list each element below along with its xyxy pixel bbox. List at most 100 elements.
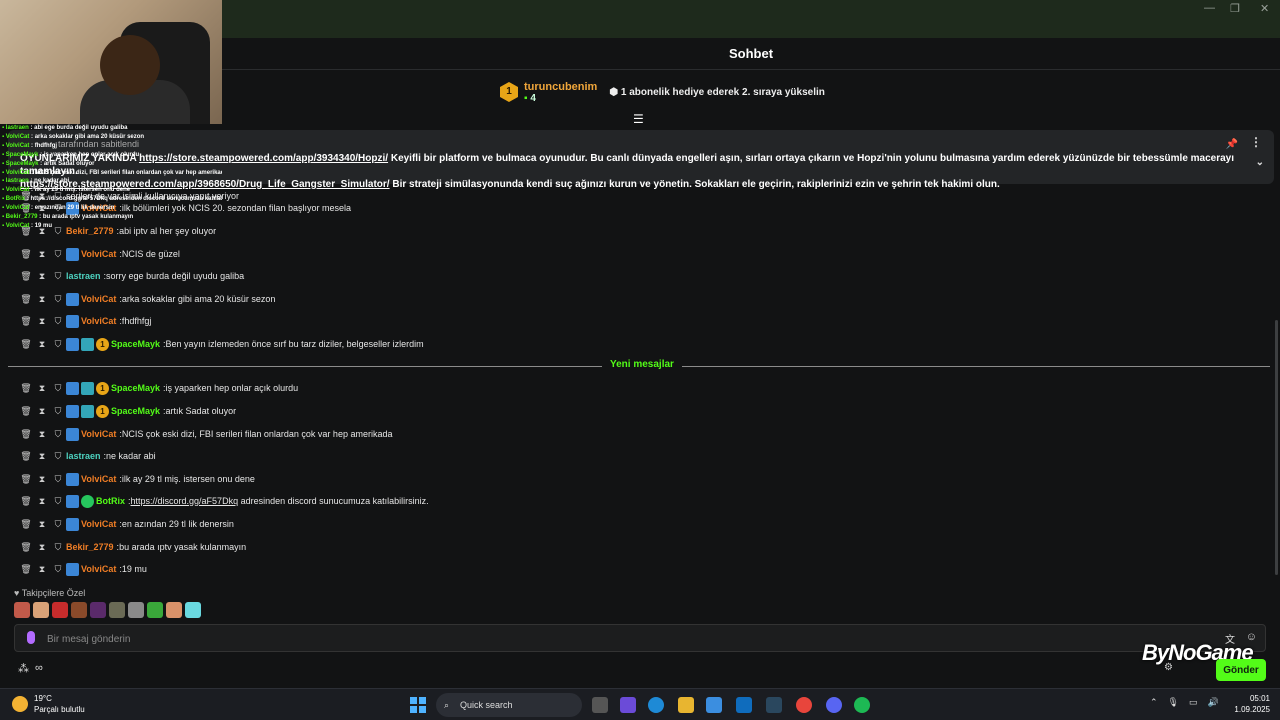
trash-icon[interactable]: 🗑 xyxy=(18,429,34,440)
ban-icon[interactable]: ⛉ xyxy=(50,542,66,553)
emote[interactable] xyxy=(33,602,49,618)
close-icon[interactable]: ✕ xyxy=(1260,2,1269,15)
emote[interactable] xyxy=(52,602,68,618)
volume-icon[interactable]: 🔊 xyxy=(1208,697,1219,708)
timeout-icon[interactable]: ⧗ xyxy=(34,249,50,260)
username[interactable]: SpaceMayk xyxy=(111,383,160,393)
username[interactable]: SpaceMayk xyxy=(111,406,160,416)
trash-icon[interactable]: 🗑 xyxy=(18,496,34,507)
restore-icon[interactable]: ❐ xyxy=(1230,2,1240,15)
mic-tray-icon[interactable]: 🎙 xyxy=(1168,697,1179,708)
username[interactable]: VolviCat xyxy=(81,294,116,304)
ban-icon[interactable]: ⛉ xyxy=(50,564,66,575)
discord-icon[interactable] xyxy=(826,697,842,713)
file-explorer-icon[interactable] xyxy=(678,697,694,713)
spotify-icon[interactable] xyxy=(854,697,870,713)
trash-icon[interactable]: 🗑 xyxy=(18,474,34,485)
username[interactable]: lastraen xyxy=(66,451,101,461)
points-icon[interactable]: ⁂ xyxy=(18,662,29,675)
timeout-icon[interactable]: ⧗ xyxy=(34,271,50,282)
timeout-icon[interactable]: ⧗ xyxy=(34,406,50,417)
trash-icon[interactable]: 🗑 xyxy=(18,406,34,417)
timeout-icon[interactable]: ⧗ xyxy=(34,542,50,553)
message-input[interactable] xyxy=(47,631,1147,647)
emote[interactable] xyxy=(14,602,30,618)
username[interactable]: BotRix xyxy=(96,496,125,506)
trash-icon[interactable]: 🗑 xyxy=(18,383,34,394)
username[interactable]: VolviCat xyxy=(81,564,116,574)
chrome-icon[interactable] xyxy=(796,697,812,713)
ban-icon[interactable]: ⛉ xyxy=(50,406,66,417)
ban-icon[interactable]: ⛉ xyxy=(50,249,66,260)
ban-icon[interactable]: ⛉ xyxy=(50,383,66,394)
trash-icon[interactable]: 🗑 xyxy=(18,542,34,553)
chevron-down-icon[interactable]: ⌄ xyxy=(1256,156,1264,169)
list-toggle-icon[interactable]: ☰ xyxy=(633,112,647,126)
start-button[interactable] xyxy=(410,697,426,713)
trash-icon[interactable]: 🗑 xyxy=(18,451,34,462)
ban-icon[interactable]: ⛉ xyxy=(50,339,66,350)
copilot-icon[interactable] xyxy=(620,697,636,713)
send-button[interactable]: Gönder xyxy=(1216,659,1266,681)
ban-icon[interactable]: ⛉ xyxy=(50,496,66,507)
trash-icon[interactable]: 🗑 xyxy=(18,294,34,305)
username[interactable]: lastraen xyxy=(66,271,101,281)
timeout-icon[interactable]: ⧗ xyxy=(34,451,50,462)
ban-icon[interactable]: ⛉ xyxy=(50,271,66,282)
clock[interactable]: 05:01 1.09.2025 xyxy=(1224,693,1270,715)
ban-icon[interactable]: ⛉ xyxy=(50,519,66,530)
timeout-icon[interactable]: ⧗ xyxy=(34,564,50,575)
taskbar-search[interactable]: ⌕ Quick search xyxy=(436,693,582,717)
steam-icon[interactable] xyxy=(766,697,782,713)
username[interactable]: VolviCat xyxy=(81,474,116,484)
infinity-icon[interactable]: ∞ xyxy=(35,662,43,675)
ban-icon[interactable]: ⛉ xyxy=(50,451,66,462)
username[interactable]: SpaceMayk xyxy=(111,339,160,349)
ban-icon[interactable]: ⛉ xyxy=(50,474,66,485)
emote[interactable] xyxy=(147,602,163,618)
username[interactable]: VolviCat xyxy=(81,249,116,259)
more-options-icon[interactable]: ⋮ xyxy=(1250,136,1262,149)
timeout-icon[interactable]: ⧗ xyxy=(34,519,50,530)
gift-leaderboard[interactable]: 1 turuncubenim ▪ 4 ⬢ 1 abonelik hediye e… xyxy=(500,80,825,104)
task-view-icon[interactable] xyxy=(592,697,608,713)
weather-widget[interactable]: 19°C Parçalı bulutlu xyxy=(12,693,85,715)
timeout-icon[interactable]: ⧗ xyxy=(34,294,50,305)
store-icon[interactable] xyxy=(706,697,722,713)
emote[interactable] xyxy=(185,602,201,618)
timeout-icon[interactable]: ⧗ xyxy=(34,383,50,394)
chat-scrollbar[interactable] xyxy=(1275,320,1278,575)
timeout-icon[interactable]: ⧗ xyxy=(34,429,50,440)
emote[interactable] xyxy=(71,602,87,618)
trash-icon[interactable]: 🗑 xyxy=(18,249,34,260)
timeout-icon[interactable]: ⧗ xyxy=(34,496,50,507)
outlook-icon[interactable] xyxy=(736,697,752,713)
message-link[interactable]: https://discord.gg/aF57Dkq xyxy=(131,496,239,506)
emote[interactable] xyxy=(90,602,106,618)
ban-icon[interactable]: ⛉ xyxy=(50,316,66,327)
username[interactable]: VolviCat xyxy=(81,519,116,529)
emote[interactable] xyxy=(128,602,144,618)
timeout-icon[interactable]: ⧗ xyxy=(34,316,50,327)
minimize-icon[interactable]: — xyxy=(1204,2,1215,14)
network-icon[interactable]: ▭ xyxy=(1189,697,1198,708)
trash-icon[interactable]: 🗑 xyxy=(18,316,34,327)
trash-icon[interactable]: 🗑 xyxy=(18,339,34,350)
emote[interactable] xyxy=(109,602,125,618)
username[interactable]: VolviCat xyxy=(81,316,116,326)
chevron-up-icon[interactable]: ⌃ xyxy=(1150,697,1158,708)
emote[interactable] xyxy=(166,602,182,618)
pin-icon[interactable]: 📌 xyxy=(1226,138,1238,151)
trash-icon[interactable]: 🗑 xyxy=(18,564,34,575)
ban-icon[interactable]: ⛉ xyxy=(50,294,66,305)
trash-icon[interactable]: 🗑 xyxy=(18,519,34,530)
mic-icon[interactable] xyxy=(27,631,35,644)
username[interactable]: Bekir_2779 xyxy=(66,542,114,552)
trash-icon[interactable]: 🗑 xyxy=(18,271,34,282)
timeout-icon[interactable]: ⧗ xyxy=(34,339,50,350)
timeout-icon[interactable]: ⧗ xyxy=(34,474,50,485)
username[interactable]: VolviCat xyxy=(81,429,116,439)
edge-icon[interactable] xyxy=(648,697,664,713)
ban-icon[interactable]: ⛉ xyxy=(50,429,66,440)
settings-icon[interactable]: ⚙ xyxy=(1164,662,1173,673)
